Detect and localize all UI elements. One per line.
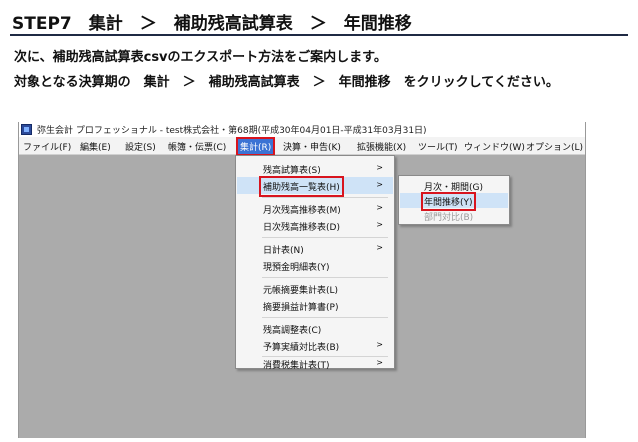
menu-item-trial-balance[interactable]: 残高試算表(S) >: [237, 160, 393, 177]
sub-balance-submenu: 月次・期間(G) 年間推移(Y) 部門対比(B): [398, 175, 510, 225]
menu-item-pl-statement[interactable]: 摘要損益計算書(P): [237, 297, 393, 314]
app-window: 弥生会計 プロフェッショナル - test株式会社・第68期(平成30年04月0…: [18, 122, 586, 438]
menu-item-monthly-balance[interactable]: 月次残高推移表(M) >: [237, 200, 393, 217]
submenu-item-department-comparison: 部門対比(B): [424, 213, 474, 223]
instruction-line-2: 対象となる決算期の 集計 ＞ 補助残高試算表 ＞ 年間推移 をクリックしてくださ…: [14, 75, 559, 90]
menu-item-ledger-summary[interactable]: 元帳摘要集計表(L): [237, 280, 393, 297]
menu-file[interactable]: ファイル(F): [21, 139, 73, 154]
chevron-right-icon: >: [376, 163, 383, 172]
menu-item-cash-details[interactable]: 現預金明細表(Y): [237, 257, 393, 274]
menu-settings[interactable]: 設定(S): [123, 139, 158, 154]
aggregate-dropdown-menu: 残高試算表(S) > 補助残高一覧表(H) > 月次残高推移表(M) > 日次残高推移…: [235, 155, 395, 371]
title-bar: 弥生会計 プロフェッショナル - test株式会社・第68期(平成30年04月0…: [19, 122, 585, 137]
chevron-right-icon: >: [376, 358, 383, 367]
menu-item-daily-balance[interactable]: 日次残高推移表(D) >: [237, 217, 393, 234]
chevron-right-icon: >: [376, 220, 383, 229]
step-header: STEP7 集計 ＞ 補助残高試算表 ＞ 年間推移: [10, 6, 628, 36]
chevron-right-icon: >: [376, 180, 383, 189]
menu-closing[interactable]: 決算・申告(K): [281, 139, 343, 154]
menu-edit[interactable]: 編集(E): [78, 139, 113, 154]
menu-item-sub-balance-list[interactable]: 補助残高一覧表(H) >: [237, 176, 393, 197]
step-title: STEP7 集計 ＞ 補助残高試算表 ＞ 年間推移: [12, 14, 412, 34]
menu-options[interactable]: オプション(L): [524, 139, 585, 154]
chevron-right-icon: >: [376, 243, 383, 252]
submenu-item-monthly-period[interactable]: 月次・期間(G): [400, 178, 508, 193]
menu-item-balance-adjust[interactable]: 残高調整表(C): [237, 320, 393, 337]
submenu-item-annual-trend[interactable]: 年間推移(Y): [400, 192, 508, 211]
menu-divider: [262, 237, 388, 238]
menu-divider: [262, 277, 388, 278]
menu-tools[interactable]: ツール(T): [416, 139, 460, 154]
app-icon: [21, 124, 32, 135]
menu-books[interactable]: 帳簿・伝票(C): [166, 139, 228, 154]
chevron-right-icon: >: [376, 340, 383, 349]
window-title: 弥生会計 プロフェッショナル - test株式会社・第68期(平成30年04月0…: [37, 126, 427, 136]
menu-window[interactable]: ウィンドウ(W): [462, 139, 527, 154]
menu-item-tax-summary[interactable]: 消費税集計表(T) >: [237, 350, 393, 371]
menu-bar: ファイル(F) 編集(E) 設定(S) 帳簿・伝票(C) 集計(R) 決算・申告…: [19, 137, 585, 156]
menu-divider: [262, 197, 388, 198]
menu-aggregate[interactable]: 集計(R): [235, 137, 276, 156]
menu-extensions[interactable]: 拡張機能(X): [355, 139, 408, 154]
menu-item-daily-summary[interactable]: 日計表(N) >: [237, 240, 393, 257]
chevron-right-icon: >: [376, 203, 383, 212]
instruction-line-1: 次に、補助残高試算表csvのエクスポート方法をご案内します。: [14, 50, 387, 65]
menu-divider: [262, 317, 388, 318]
